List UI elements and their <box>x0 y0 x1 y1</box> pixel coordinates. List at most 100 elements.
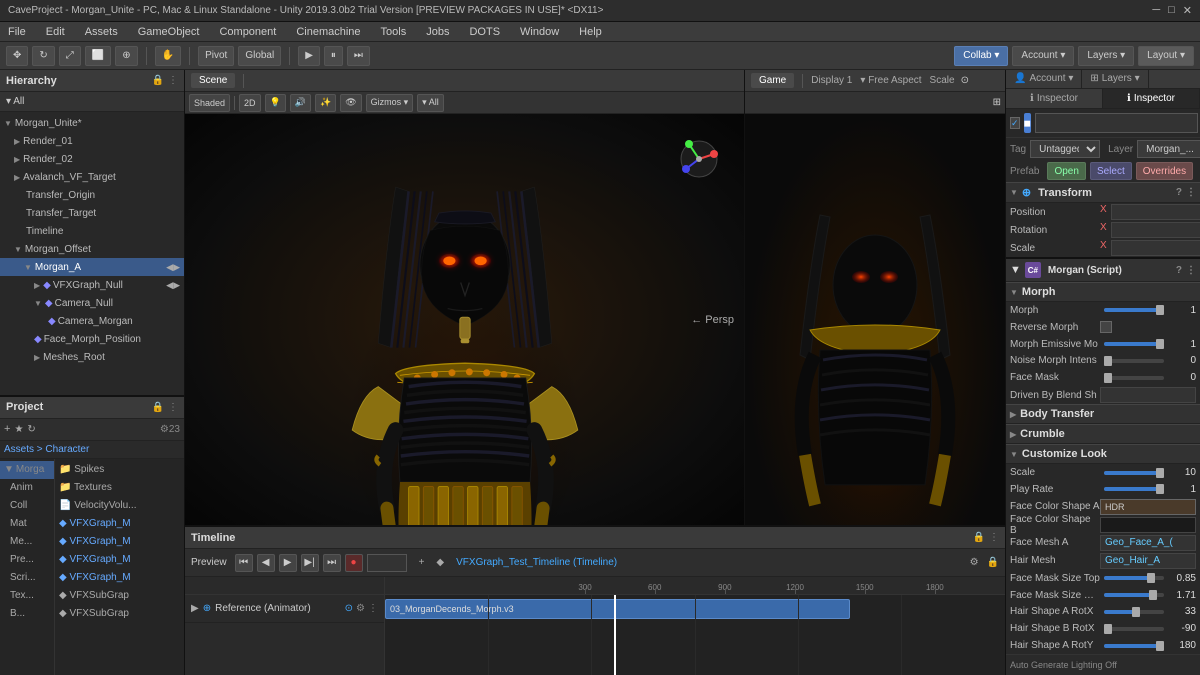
hierarchy-item-camera-null[interactable]: ▼ ◆ Camera_Null <box>0 294 184 312</box>
hair-shape-a-rotx-thumb[interactable] <box>1132 607 1140 617</box>
hierarchy-item-avalanch[interactable]: ▶ Avalanch_VF_Target <box>0 168 184 186</box>
hierarchy-item-transfer-origin[interactable]: Transfer_Origin <box>0 186 184 204</box>
project-vfxgraph4[interactable]: ◆ VFXGraph_M <box>55 569 184 587</box>
collab-btn[interactable]: Collab ▾ <box>954 46 1008 66</box>
timeline-menu-icon[interactable]: ⋮ <box>989 532 999 543</box>
noise-morph-thumb[interactable] <box>1104 356 1112 366</box>
project-root-item[interactable]: ▼ Morga <box>0 461 54 479</box>
noise-morph-slider[interactable] <box>1104 359 1164 363</box>
global-btn[interactable]: Global <box>238 46 281 66</box>
hair-shape-b-rotx-thumb[interactable] <box>1104 624 1112 634</box>
hierarchy-item-vfxgraph[interactable]: ▶ ◆ VFXGraph_Null ◀▶ <box>0 276 184 294</box>
scene-view-btn[interactable]: 👁 <box>340 94 361 112</box>
timeline-settings-icon[interactable]: ⚙ <box>970 557 979 568</box>
minimize-btn[interactable]: ─ <box>1152 4 1160 17</box>
timeline-lock-icon2[interactable]: 🔒 <box>987 557 999 568</box>
2d-btn[interactable]: 2D <box>239 94 261 112</box>
morph-slider[interactable] <box>1104 308 1164 312</box>
maximize-icon[interactable]: ⊞ <box>993 97 1001 108</box>
face-mesh-a-field[interactable]: Geo_Face_A_( <box>1100 535 1196 551</box>
hierarchy-search[interactable] <box>0 92 184 112</box>
hierarchy-item-morgan-unite[interactable]: ▼ Morgan_Unite* <box>0 114 184 132</box>
face-color-b-swatch[interactable] <box>1100 517 1196 533</box>
shading-dropdown[interactable]: Shaded <box>189 94 230 112</box>
hierarchy-menu-icon[interactable]: ⋮ <box>168 75 178 86</box>
track-active-icon[interactable]: ⊙ <box>345 603 353 614</box>
aspect-dropdown[interactable]: ▾ Free Aspect <box>860 75 921 86</box>
rotation-x[interactable]: 0 <box>1111 222 1200 238</box>
hair-shape-a-rotx-slider[interactable] <box>1104 610 1164 614</box>
inspector-tab-2[interactable]: ℹ Inspector <box>1103 89 1200 108</box>
project-b[interactable]: B... <box>0 605 54 623</box>
project-me[interactable]: Me... <box>0 533 54 551</box>
reverse-morph-checkbox[interactable] <box>1100 321 1112 333</box>
track-expand-icon[interactable]: ▶ <box>191 603 199 614</box>
menu-tools[interactable]: Tools <box>377 26 411 38</box>
toolbar-transform-btn[interactable]: ⊕ <box>115 46 137 66</box>
step-btn[interactable]: ⏭ <box>347 46 370 66</box>
hair-shape-b-rotx-slider[interactable] <box>1104 627 1164 631</box>
gizmos-btn[interactable]: Gizmos ▾ <box>366 94 414 112</box>
tl-end-btn[interactable]: ⏭ <box>323 554 341 572</box>
transform-settings-icon[interactable]: ⋮ <box>1186 187 1196 198</box>
gizmo-widget[interactable] <box>674 134 724 184</box>
fx-btn[interactable]: ✨ <box>315 94 336 112</box>
scale-x[interactable]: 1 <box>1111 240 1200 256</box>
morph-emissive-thumb[interactable] <box>1156 339 1164 349</box>
project-textures[interactable]: 📁 Textures <box>55 479 184 497</box>
project-anim[interactable]: Anim <box>0 479 54 497</box>
tl-start-btn[interactable]: ⏮ <box>235 554 253 572</box>
track-settings-icon[interactable]: ⚙ <box>356 603 365 614</box>
hierarchy-item-camera-morgan[interactable]: ◆ Camera_Morgan <box>0 312 184 330</box>
project-vfxgraph3[interactable]: ◆ VFXGraph_M <box>55 551 184 569</box>
object-name-field[interactable]: Morgan_A <box>1035 113 1198 133</box>
custom-scale-slider[interactable] <box>1104 471 1164 475</box>
prefab-open-btn[interactable]: Open <box>1047 162 1085 180</box>
track-clip-main[interactable]: 03_MorganDecends_Morph.v3 <box>385 599 850 619</box>
scene-viewport[interactable]: ← Persp <box>185 114 744 525</box>
tl-record-btn[interactable]: ● <box>345 554 363 572</box>
face-mask-top-slider[interactable] <box>1104 576 1164 580</box>
layer-dropdown[interactable]: Morgan_... <box>1137 140 1200 158</box>
pause-btn[interactable]: ⏸ <box>324 46 343 66</box>
transform-info-icon[interactable]: ? <box>1176 187 1182 198</box>
project-menu-icon[interactable]: ⋮ <box>168 402 178 413</box>
hierarchy-item-timeline[interactable]: Timeline <box>0 222 184 240</box>
hierarchy-item-morgan-a[interactable]: ▼ Morgan_A ◀▶ <box>0 258 184 276</box>
project-velocityvolu[interactable]: 📄 VelocityVolu... <box>55 497 184 515</box>
menu-help[interactable]: Help <box>575 26 606 38</box>
driven-field[interactable] <box>1100 387 1196 403</box>
favorites-icon[interactable]: ★ <box>14 424 23 435</box>
project-vfxsubgrap1[interactable]: ◆ VFXSubGrap <box>55 587 184 605</box>
inspector-tab-1[interactable]: ℹ Inspector <box>1006 89 1103 108</box>
layout-btn[interactable]: Layout ▾ <box>1138 46 1194 66</box>
hierarchy-item-render01[interactable]: ▶ Render_01 <box>0 132 184 150</box>
audio-btn[interactable]: 🔊 <box>290 94 311 112</box>
close-btn[interactable]: ✕ <box>1183 4 1192 17</box>
hair-shape-a-roty-thumb[interactable] <box>1156 641 1164 651</box>
project-pre[interactable]: Pre... <box>0 551 54 569</box>
hierarchy-item-transfer-target[interactable]: Transfer_Target <box>0 204 184 222</box>
game-viewport[interactable] <box>745 114 1005 525</box>
project-lock-icon[interactable]: 🔒 <box>152 402 164 413</box>
menu-dots[interactable]: DOTS <box>465 26 504 38</box>
menu-window[interactable]: Window <box>516 26 563 38</box>
face-mask-thumb[interactable] <box>1104 373 1112 383</box>
account-tab[interactable]: 👤 Account ▾ <box>1006 70 1082 88</box>
toolbar-rotate-btn[interactable]: ↻ <box>32 46 54 66</box>
toolbar-hand-btn[interactable]: ✋ <box>155 46 181 66</box>
position-x[interactable]: -3.8 <box>1111 204 1200 220</box>
all-btn[interactable]: ▾ All <box>417 94 444 112</box>
prefab-select-btn[interactable]: Select <box>1090 162 1132 180</box>
hierarchy-item-morgan-offset[interactable]: ▼ Morgan_Offset <box>0 240 184 258</box>
project-vfxgraph2[interactable]: ◆ VFXGraph_M <box>55 533 184 551</box>
morgan-script-header[interactable]: ▼ C# Morgan (Script) ? ⋮ <box>1006 257 1200 282</box>
crumble-header[interactable]: ▶ Crumble <box>1006 424 1200 444</box>
maximize-btn[interactable]: □ <box>1168 4 1175 17</box>
face-mask-top-thumb[interactable] <box>1147 573 1155 583</box>
track-menu-icon[interactable]: ⋮ <box>368 603 378 614</box>
project-mat[interactable]: Mat <box>0 515 54 533</box>
body-transfer-header[interactable]: ▶ Body Transfer <box>1006 404 1200 424</box>
hierarchy-lock-icon[interactable]: 🔒 <box>152 75 164 86</box>
project-vfxsubgrap2[interactable]: ◆ VFXSubGrap <box>55 605 184 623</box>
